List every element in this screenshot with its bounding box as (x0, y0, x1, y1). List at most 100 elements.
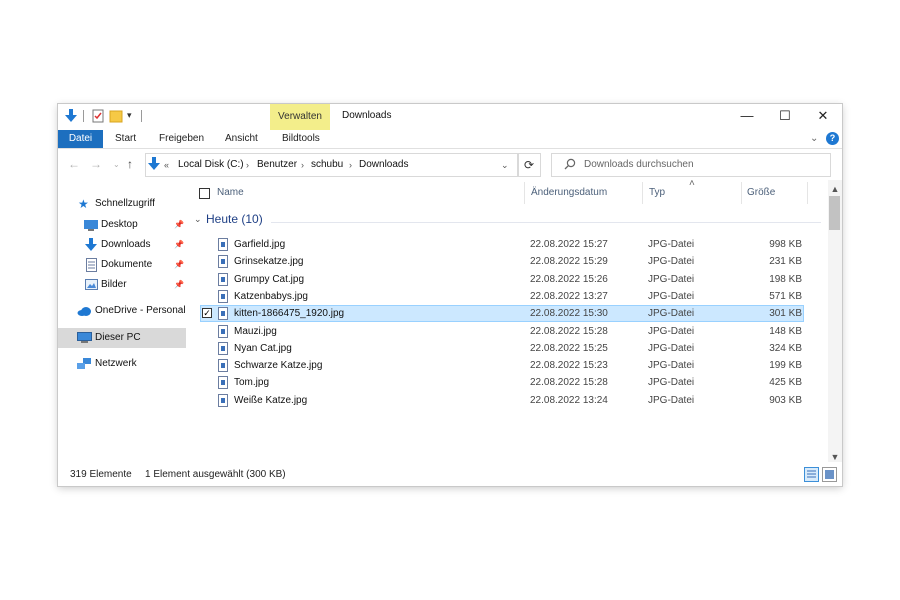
search-input[interactable]: Downloads durchsuchen (551, 153, 831, 177)
jpg-file-icon (218, 238, 228, 251)
jpg-file-icon (218, 272, 228, 286)
jpg-file-icon (218, 307, 228, 321)
properties-icon[interactable] (91, 109, 105, 123)
file-row[interactable]: Garfield.jpg 22.08.2022 15:27 JPG-Datei 998… (200, 236, 804, 253)
file-name: Schwarze Katze.jpg (234, 360, 323, 372)
help-icon[interactable]: ? (826, 132, 839, 145)
column-divider[interactable] (807, 182, 808, 204)
select-all-checkbox[interactable] (199, 188, 210, 199)
tab-datei[interactable]: Datei (58, 130, 103, 148)
file-size: 903 KB (769, 394, 802, 406)
pin-icon[interactable]: 📌 (174, 260, 184, 269)
pin-icon[interactable]: 📌 (174, 220, 184, 229)
nav-label: Netzwerk (95, 358, 137, 369)
nav-quick-access[interactable]: ★ Schnellzugriff (58, 194, 186, 214)
ribbon-tabs: Datei Start Freigeben Ansicht Bildtools … (58, 130, 842, 149)
file-size: 301 KB (769, 308, 802, 320)
column-header-date[interactable]: Änderungsdatum (531, 180, 607, 206)
file-row[interactable]: Weiße Katze.jpg 22.08.2022 13:24 JPG-Datei… (200, 392, 804, 409)
column-divider[interactable] (741, 182, 742, 204)
nav-label: Downloads (101, 239, 151, 250)
large-icons-view-icon[interactable] (822, 467, 837, 482)
nav-item-dokumente[interactable]: Dokumente 📌 (58, 255, 186, 275)
maximize-button[interactable]: ☐ (766, 104, 804, 128)
file-date: 22.08.2022 15:30 (530, 308, 608, 320)
desktop-icon (84, 220, 98, 234)
breadcrumb-schubu[interactable]: schubu (311, 154, 343, 176)
file-row[interactable]: Nyan Cat.jpg 22.08.2022 15:25 JPG-Datei 324… (200, 340, 804, 357)
toolbar-separator (141, 110, 142, 122)
file-name: kitten-1866475_1920.jpg (234, 308, 345, 320)
file-date: 22.08.2022 15:25 (530, 342, 608, 354)
scroll-down-arrow-icon[interactable]: ▼ (828, 452, 842, 462)
search-icon (564, 158, 576, 173)
back-arrow-icon[interactable]: ← (68, 157, 80, 171)
group-header[interactable]: Heute (10) (206, 212, 263, 226)
nav-item-downloads[interactable]: Downloads 📌 (58, 235, 186, 255)
nav-item-this-pc[interactable]: Dieser PC (58, 328, 186, 348)
file-size: 198 KB (769, 273, 802, 285)
tab-start[interactable]: Start (115, 130, 136, 148)
breadcrumb-benutzer[interactable]: Benutzer (257, 154, 297, 176)
breadcrumb-downloads[interactable]: Downloads (359, 154, 408, 176)
file-date: 22.08.2022 13:27 (530, 290, 608, 302)
file-row[interactable]: Mauzi.jpg 22.08.2022 15:28 JPG-Datei 148 KB (200, 323, 804, 340)
file-date: 22.08.2022 15:28 (530, 325, 608, 337)
pin-icon[interactable]: 📌 (174, 240, 184, 249)
nav-item-bilder[interactable]: Bilder 📌 (58, 275, 186, 295)
forward-arrow-icon[interactable]: → (90, 157, 102, 171)
file-row[interactable]: Grinsekatze.jpg 22.08.2022 15:29 JPG-Datei… (200, 253, 804, 270)
file-name: Grinsekatze.jpg (234, 256, 304, 268)
column-header-size[interactable]: Größe (747, 180, 775, 206)
file-row[interactable]: Schwarze Katze.jpg 22.08.2022 15:23 JPG-Da… (200, 357, 804, 374)
address-bar[interactable]: « Local Disk (C:) › Benutzer › schubu › … (145, 153, 519, 177)
download-arrow-icon[interactable] (64, 109, 78, 123)
nav-item-desktop[interactable]: Desktop 📌 (58, 215, 186, 235)
download-arrow-icon (85, 238, 97, 255)
file-name: Tom.jpg (234, 377, 270, 389)
file-row[interactable]: Grumpy Cat.jpg 22.08.2022 15:26 JPG-Datei 1… (200, 271, 804, 288)
file-row[interactable]: ✓ kitten-1866475_1920.jpg 22.08.2022 15:30… (200, 305, 804, 323)
breadcrumb-overflow-icon[interactable]: « (164, 154, 169, 176)
file-explorer-window: ▾ Verwalten Downloads — ☐ ✕ Datei Start … (58, 104, 842, 486)
scrollbar-thumb[interactable] (829, 196, 840, 230)
new-folder-icon[interactable] (109, 109, 123, 123)
column-header-type[interactable]: Typ (649, 180, 665, 206)
tab-bildtools[interactable]: Bildtools (282, 130, 320, 148)
jpg-file-icon (218, 289, 228, 303)
close-button[interactable]: ✕ (804, 104, 842, 128)
up-arrow-icon[interactable]: ↑ (127, 157, 133, 171)
minimize-button[interactable]: — (728, 104, 766, 128)
column-divider[interactable] (642, 182, 643, 204)
window-title: Downloads (342, 110, 392, 121)
nav-item-network[interactable]: Netzwerk (58, 354, 186, 374)
file-name: Grumpy Cat.jpg (234, 273, 305, 285)
navigation-pane: ★ Schnellzugriff Desktop 📌 Downloads 📌 D… (58, 180, 188, 462)
file-type: JPG-Datei (648, 308, 695, 320)
breadcrumb-local-disk[interactable]: Local Disk (C:) (178, 154, 244, 176)
nav-label: Dokumente (101, 259, 153, 270)
file-size: 425 KB (769, 377, 802, 389)
file-row[interactable]: Tom.jpg 22.08.2022 15:28 JPG-Datei 425 KB (200, 374, 804, 391)
refresh-button[interactable]: ⟳ (517, 153, 541, 177)
tab-ansicht[interactable]: Ansicht (225, 130, 258, 148)
breadcrumb-chevron-icon: › (301, 160, 304, 170)
file-date: 22.08.2022 13:24 (530, 394, 608, 406)
address-dropdown-chevron-icon[interactable]: ⌄ (501, 154, 509, 176)
pin-icon[interactable]: 📌 (174, 280, 184, 289)
column-header-name[interactable]: Name (217, 180, 244, 206)
details-view-icon[interactable] (804, 467, 819, 482)
nav-item-onedrive[interactable]: OneDrive - Personal (58, 301, 186, 321)
scroll-up-arrow-icon[interactable]: ▲ (828, 184, 842, 194)
search-placeholder: Downloads durchsuchen (584, 159, 694, 170)
column-divider[interactable] (524, 182, 525, 204)
recent-locations-chevron-icon[interactable]: ⌄ (113, 160, 120, 169)
customize-toolbar-icon[interactable]: ▾ (127, 110, 141, 124)
ribbon-expand-icon[interactable]: ⌄ (810, 130, 818, 148)
vertical-scrollbar[interactable]: ▲ ▼ (828, 180, 842, 462)
context-tab-verwalten[interactable]: Verwalten (270, 104, 330, 130)
tab-freigeben[interactable]: Freigeben (159, 130, 204, 148)
file-row[interactable]: Katzenbabys.jpg 22.08.2022 13:27 JPG-Datei… (200, 288, 804, 305)
row-checkbox[interactable]: ✓ (202, 308, 212, 319)
group-collapse-chevron-icon[interactable]: ⌄ (194, 214, 202, 225)
